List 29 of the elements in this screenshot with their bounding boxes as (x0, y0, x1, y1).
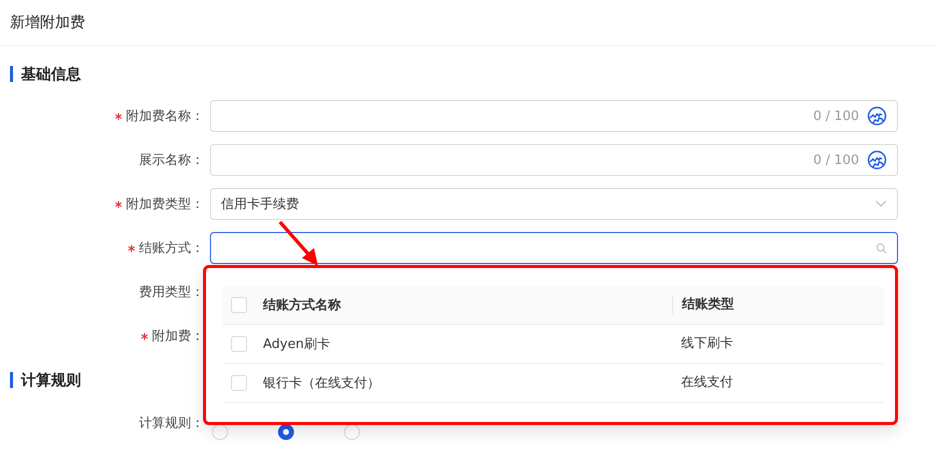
select-field[interactable]: 信用卡手续费 (210, 188, 898, 220)
field-label: 费用类型： (139, 284, 204, 301)
text-input[interactable]: 0 / 100 (210, 144, 898, 176)
field-label: 附加费： (152, 328, 204, 345)
table-cell-text: 在线支付 (680, 374, 734, 392)
field-label: 结账方式： (139, 240, 204, 257)
table-cell-text: 银行卡（在线支付） (263, 375, 380, 392)
column-header: 结账方式名称 (263, 296, 341, 314)
section-title: 计算规则 (10, 372, 81, 388)
table-cell-text: 线下刷卡 (680, 335, 734, 353)
checkbox[interactable] (231, 375, 247, 391)
page-title: 新增附加费 (10, 13, 85, 32)
char-counter: 0 / 100 (813, 108, 859, 124)
globe-icon[interactable] (867, 150, 887, 170)
globe-icon[interactable] (867, 106, 887, 126)
field-label: 展示名称： (139, 152, 204, 169)
search-icon (876, 242, 887, 254)
char-counter: 0 / 100 (813, 152, 859, 168)
checkbox[interactable] (231, 297, 247, 313)
search-select-field[interactable] (210, 232, 898, 264)
checkbox[interactable] (231, 336, 247, 352)
field-label: 附加费名称： (126, 108, 204, 125)
chevron-down-icon (875, 200, 887, 208)
table-cell-text: Adyen刷卡 (263, 336, 330, 353)
text-input[interactable]: 0 / 100 (210, 100, 898, 132)
column-header: 结账类型 (672, 295, 884, 315)
section-title: 基础信息 (10, 66, 81, 82)
field-label: 计算规则： (139, 415, 204, 432)
field-label: 附加费类型： (126, 196, 204, 213)
